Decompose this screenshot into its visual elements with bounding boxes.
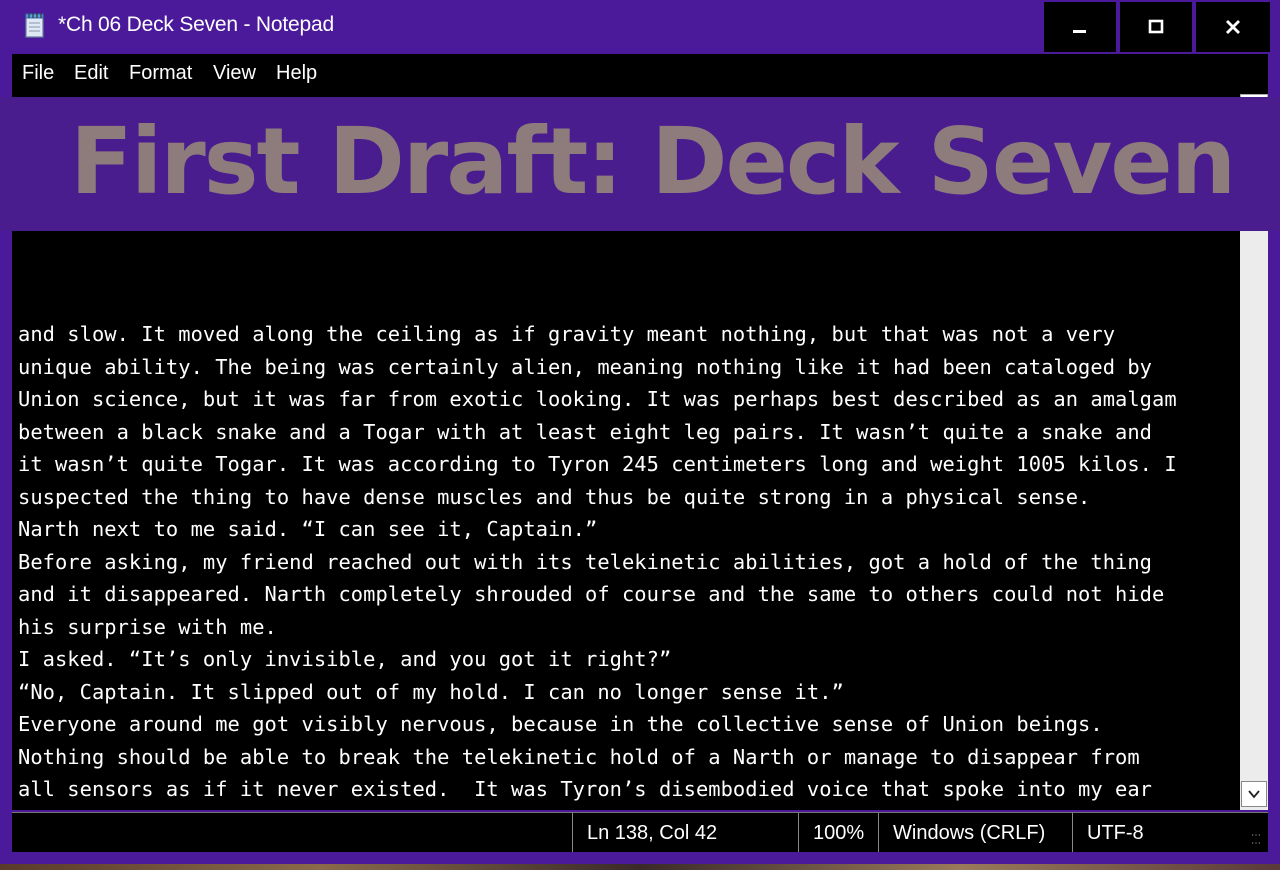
notepad-window: *Ch 06 Deck Seven - Notepad File Edit Fo… [0,0,1280,870]
close-icon [1226,20,1240,34]
document-line[interactable]: his surprise with me. [18,611,1240,644]
document-text[interactable]: and slow. It moved along the ceiling as … [18,318,1240,810]
document-line[interactable]: Union science, but it was far from exoti… [18,383,1240,416]
document-line[interactable]: Narth next to me said. “I can see it, Ca… [18,513,1240,546]
document-line[interactable]: suspected the thing to have dense muscle… [18,481,1240,514]
maximize-button[interactable] [1120,2,1192,52]
minimize-icon [1073,30,1086,33]
document-line[interactable]: “No, Captain. It slipped out of my hold.… [18,676,1240,709]
document-line[interactable]: and it disappeared. Narth completely shr… [18,578,1240,611]
status-empty [12,813,572,852]
window-title: *Ch 06 Deck Seven - Notepad [58,13,334,36]
document-line[interactable]: between a black snake and a Togar with a… [18,416,1240,449]
status-zoom: 100% [798,813,878,852]
document-line[interactable]: and slow. It moved along the ceiling as … [18,318,1240,351]
document-line[interactable]: Before asking, my friend reached out wit… [18,546,1240,579]
background-strip [0,864,1280,870]
document-line[interactable]: unique ability. The being was certainly … [18,351,1240,384]
menu-bar: File Edit Format View Help [12,54,1268,94]
minimize-button[interactable] [1044,2,1116,52]
scroll-down-button[interactable] [1241,781,1267,807]
status-line-ending: Windows (CRLF) [878,813,1072,852]
status-bar: Ln 138, Col 42 100% Windows (CRLF) UTF-8… [12,812,1268,852]
menu-format[interactable]: Format [129,62,192,85]
status-encoding: UTF-8 [1072,813,1268,852]
maximize-icon [1148,19,1164,34]
title-bar[interactable]: *Ch 06 Deck Seven - Notepad [0,0,1280,54]
menu-view[interactable]: View [213,62,256,85]
document-line[interactable]: Nothing should be able to break the tele… [18,741,1240,774]
notepad-icon [25,13,44,38]
close-button[interactable] [1196,2,1270,52]
menu-help[interactable]: Help [276,62,317,85]
document-line[interactable]: I asked. “It’s only invisible, and you g… [18,643,1240,676]
status-position: Ln 138, Col 42 [572,813,798,852]
document-line[interactable]: and said. “I know how it does it, Captai… [18,806,1240,811]
document-line[interactable]: Everyone around me got visibly nervous, … [18,708,1240,741]
banner-title: First Draft: Deck Seven [70,108,1236,215]
document-line[interactable]: all sensors as if it never existed. It w… [18,773,1240,806]
chevron-down-icon [1248,790,1260,799]
resize-grip-icon[interactable]: ⋯ ⋯ [1251,831,1262,849]
menu-edit[interactable]: Edit [74,62,108,85]
menu-file[interactable]: File [22,62,54,85]
document-line[interactable]: it wasn’t quite Togar. It was according … [18,448,1240,481]
